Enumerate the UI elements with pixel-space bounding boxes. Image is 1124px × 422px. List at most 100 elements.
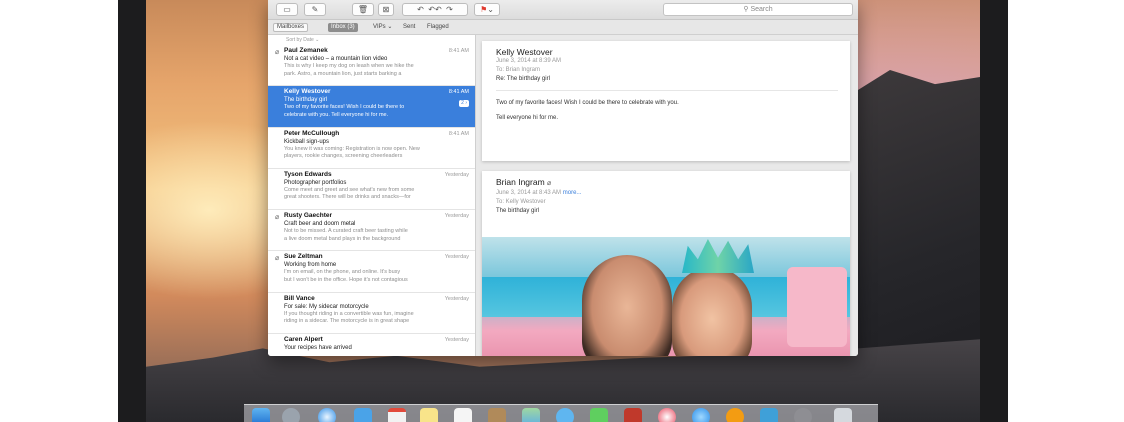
reply-group: ↶ ↶↶ ↷ (402, 3, 468, 16)
message-list: Sort by Date ⌄ ⌀ Paul Zemanek 8:41 AM No… (268, 35, 476, 356)
app-store-icon[interactable] (692, 408, 710, 422)
junk-button[interactable]: ⊠ (378, 3, 394, 16)
list-item-time: 8:41 AM (448, 89, 469, 96)
list-item[interactable]: ⌀ Sue Zeltman Yesterday Working from hom… (268, 251, 475, 293)
list-item-preview: a live doom metal band plays in the back… (284, 235, 401, 242)
list-item-sender: Kelly Westover (284, 88, 331, 96)
list-item-time: Yesterday (444, 295, 469, 302)
compose-icon: ✎ (311, 5, 319, 14)
list-item-preview: players, rookie changes, screening cheer… (284, 153, 403, 160)
list-item-subject: Not a cat video – a mountain lion video (284, 56, 388, 62)
message-subject: The birthday girl (496, 208, 540, 214)
contacts-icon[interactable] (488, 408, 506, 422)
list-item-time: Yesterday (444, 213, 469, 220)
attached-photo[interactable] (482, 237, 850, 356)
junk-icon: ⊠ (382, 5, 390, 14)
dock (244, 404, 878, 422)
list-item-sender: Caren Alpert (284, 336, 323, 344)
list-item-preview: I'm on email, on the phone, and online. … (284, 269, 401, 276)
list-item-sender: Sue Zeltman (284, 253, 323, 261)
message-recipient: To: Kelly Westover (496, 199, 546, 205)
photo-girl (672, 267, 752, 356)
attachment-icon: ⌀ (275, 49, 280, 56)
list-item[interactable]: ⌀ Paul Zemanek 8:41 AM Not a cat video –… (268, 45, 475, 87)
launchpad-icon[interactable] (282, 408, 300, 422)
sort-menu[interactable]: Sort by Date ⌄ (268, 35, 475, 45)
photo-booth-icon[interactable] (624, 408, 642, 422)
photo-woman (582, 255, 672, 356)
list-item-subject: Photographer portfolios (284, 179, 347, 186)
list-item-preview: great shooters. There will be drinks and… (284, 194, 411, 201)
list-item-time: 8:41 AM (448, 48, 469, 54)
list-item-subject: Kickball sign-ups (284, 138, 330, 145)
list-item-sender: Bill Vance (284, 294, 315, 302)
reading-pane: Kelly Westover June 3, 2014 at 8:39 AM T… (476, 35, 858, 356)
favorites-sent[interactable]: Sent (400, 23, 418, 32)
facetime-icon[interactable] (590, 408, 608, 422)
list-item-preview: Come meet and greet and see what's new f… (284, 186, 415, 193)
search-field[interactable]: ⚲ Search (663, 3, 853, 16)
list-item-preview: Two of my favorite faces! Wish I could b… (284, 104, 405, 111)
maps-icon[interactable] (522, 408, 540, 422)
trash-icon[interactable] (834, 408, 852, 422)
list-item-selected[interactable]: Kelly Westover 8:41 AM 2 › The birthday … (268, 86, 475, 128)
list-item[interactable]: Peter McCullough 8:41 AM Kickball sign-u… (268, 128, 475, 169)
attachment-icon: ⌀ (275, 214, 280, 222)
list-item-sender: Tyson Edwards (284, 170, 332, 178)
list-item-time: Yesterday (444, 254, 469, 261)
message-sender: Brian Ingram ⌀ (496, 177, 552, 187)
list-item-subject: Your recipes have arrived (284, 345, 352, 352)
message-card: Brian Ingram ⌀ June 3, 2014 at 8:43 AM m… (482, 171, 850, 356)
list-item-subject: Craft beer and doom metal (284, 221, 356, 228)
mail-toolbar: ▭ ✎ 🗑 ⊠ ↶ ↶↶ ↷ ⚑⌄ ⚲ Search (268, 0, 858, 20)
messages-icon[interactable] (556, 408, 574, 422)
message-body: Two of my favorite faces! Wish I could b… (496, 100, 679, 106)
list-item-preview: If you thought riding in a convertible w… (284, 310, 414, 317)
settings-icon[interactable] (794, 408, 812, 422)
itunes-icon[interactable] (658, 408, 676, 422)
favorites-flagged[interactable]: Flagged (424, 23, 452, 32)
message-body: Tell everyone hi for me. (496, 115, 559, 121)
list-item-preview: This is why I keep my dog on leash when … (284, 63, 414, 69)
list-item-preview: Not to be missed. A curated craft beer t… (284, 228, 408, 235)
thread-count-badge: 2 › (459, 100, 469, 108)
favorites-mailboxes[interactable]: Mailboxes (273, 23, 309, 32)
favorites-inbox[interactable]: Inbox (3) (328, 23, 358, 32)
delete-button[interactable]: 🗑 (352, 3, 374, 16)
safari-icon[interactable] (318, 408, 336, 422)
list-item-subject: Working from home (284, 262, 337, 269)
list-item[interactable]: Tyson Edwards Yesterday Photographer por… (268, 169, 475, 211)
notes-icon[interactable] (420, 408, 438, 422)
reply-icon[interactable]: ↶ (417, 5, 424, 14)
list-item-preview: celebrate with you. Tell everyone hi for… (284, 111, 389, 118)
list-item-preview: riding in a sidecar. The motorcycle is i… (284, 318, 410, 325)
list-item[interactable]: ⌀ Rusty Gaechter Yesterday Craft beer an… (268, 210, 475, 252)
list-item-time: 8:41 AM (448, 130, 469, 137)
list-item-time: Yesterday (444, 171, 469, 178)
list-item-time: Yesterday (444, 337, 469, 344)
flag-button[interactable]: ⚑⌄ (474, 3, 500, 16)
flag-icon: ⚑ (480, 5, 488, 14)
mail-icon[interactable] (354, 408, 372, 422)
list-item[interactable]: Bill Vance Yesterday For sale: My sideca… (268, 293, 475, 335)
message-card: Kelly Westover June 3, 2014 at 8:39 AM T… (482, 41, 850, 161)
compose-button[interactable]: ✎ (304, 3, 326, 16)
ibooks-icon[interactable] (726, 408, 744, 422)
message-sender: Kelly Westover (496, 47, 553, 57)
reply-all-icon[interactable]: ↶↶ (428, 5, 441, 14)
attachment-icon: ⌀ (547, 180, 552, 187)
reminders-icon[interactable] (454, 408, 472, 422)
favorites-vips[interactable]: VIPs ⌄ (370, 23, 395, 32)
list-item-sender: Paul Zemanek (284, 47, 328, 54)
forward-icon[interactable]: ↷ (446, 5, 453, 14)
list-item-preview: You knew it was coming: Registration is … (284, 145, 420, 152)
calendar-icon[interactable] (388, 408, 406, 422)
sidebar-toggle-button[interactable]: ▭ (276, 3, 298, 16)
mail-window: ▭ ✎ 🗑 ⊠ ↶ ↶↶ ↷ ⚑⌄ ⚲ Search Mailboxes Inb… (268, 0, 858, 356)
list-item-subject: For sale: My sidecar motorcycle (284, 303, 369, 310)
preview-icon[interactable] (760, 408, 778, 422)
more-link[interactable]: more... (563, 190, 582, 196)
finder-icon[interactable] (252, 408, 270, 422)
list-item[interactable]: Caren Alpert Yesterday Your recipes have… (268, 334, 475, 356)
attachment-icon: ⌀ (275, 255, 280, 263)
